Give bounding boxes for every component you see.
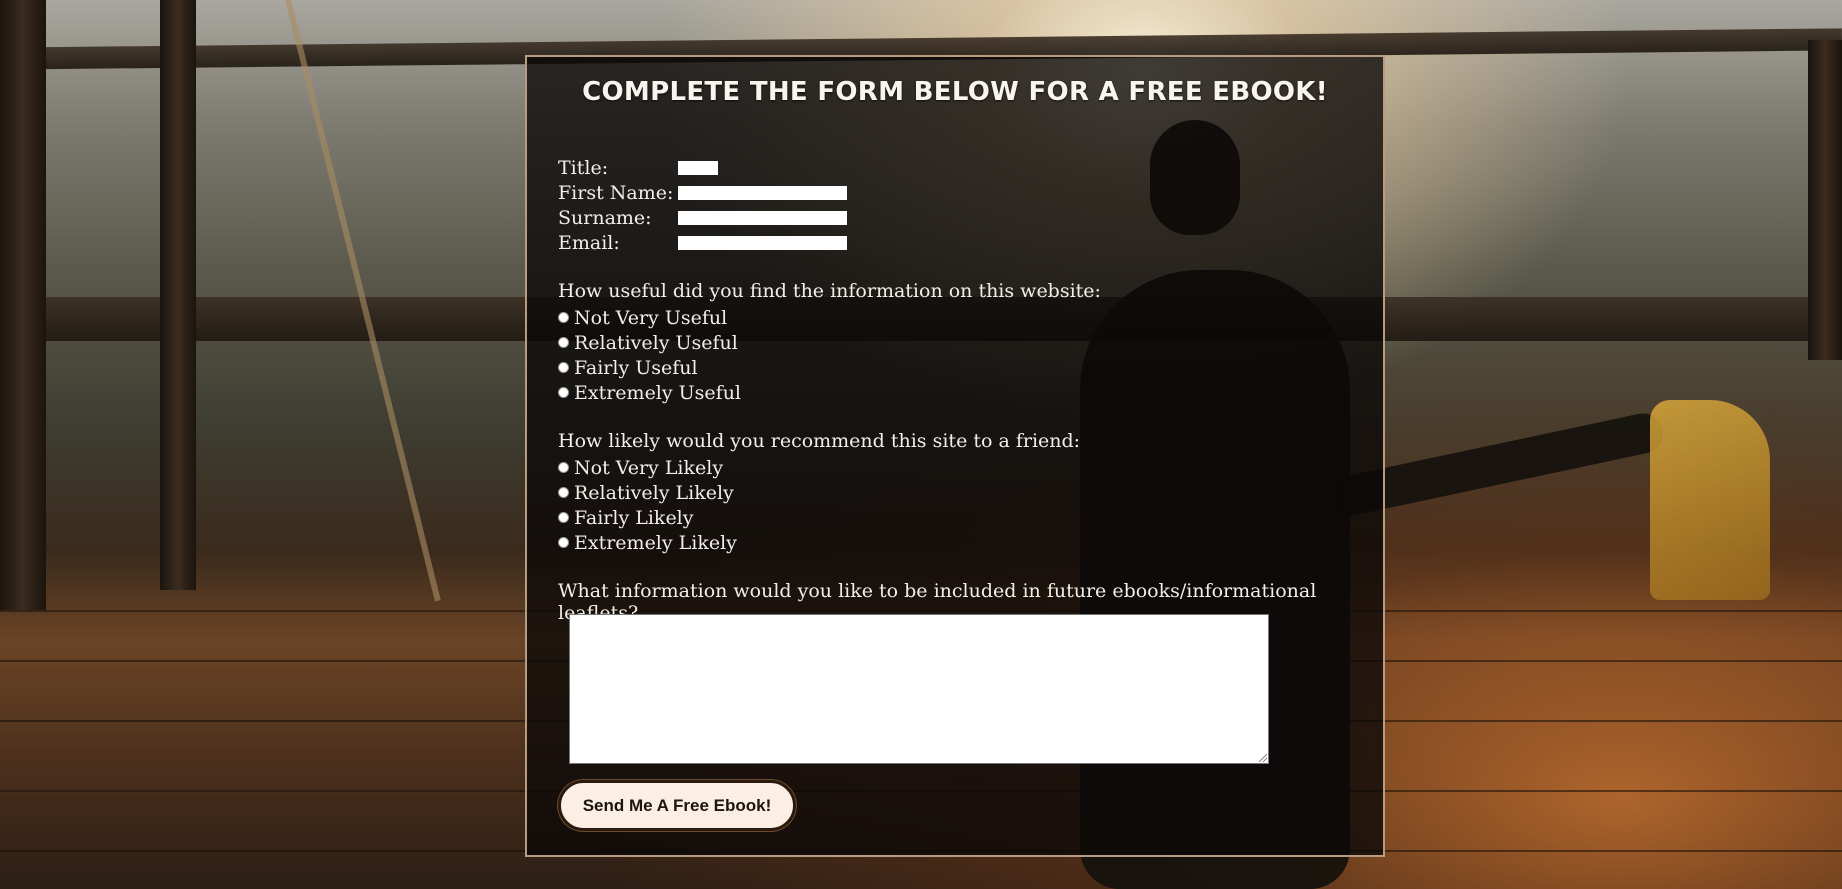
form-title: COMPLETE THE FORM BELOW FOR A FREE EBOOK…	[582, 77, 1328, 107]
radio-button[interactable]	[558, 462, 569, 473]
future-info-textarea[interactable]	[569, 614, 1269, 764]
first-name-input[interactable]	[678, 185, 847, 200]
recommend-option-label: Relatively Likely	[574, 481, 734, 504]
recommend-option[interactable]: Not Very Likely	[558, 455, 723, 480]
radio-button[interactable]	[558, 387, 569, 398]
send-free-ebook-button[interactable]: Send Me A Free Ebook!	[558, 780, 796, 831]
surname-field-row: Surname:	[558, 205, 847, 230]
usefulness-option[interactable]: Extremely Useful	[558, 380, 741, 405]
radio-button[interactable]	[558, 312, 569, 323]
background-post-left	[0, 0, 46, 610]
usefulness-option-label: Not Very Useful	[574, 306, 728, 329]
email-field-row: Email:	[558, 230, 847, 255]
surname-input[interactable]	[678, 210, 847, 225]
resize-grip-icon[interactable]	[1259, 754, 1267, 762]
usefulness-option-label: Extremely Useful	[574, 381, 742, 404]
background-post-right	[1808, 40, 1842, 360]
title-input[interactable]	[678, 160, 718, 175]
radio-button[interactable]	[558, 337, 569, 348]
usefulness-question: How useful did you find the information …	[558, 280, 1101, 302]
usefulness-option-label: Fairly Useful	[574, 356, 698, 379]
first-name-field-row: First Name:	[558, 180, 847, 205]
title-label: Title:	[558, 156, 609, 179]
ebook-form-panel: COMPLETE THE FORM BELOW FOR A FREE EBOOK…	[525, 55, 1385, 857]
recommend-option-label: Fairly Likely	[574, 506, 694, 529]
title-field-row: Title:	[558, 155, 718, 180]
recommend-option[interactable]: Fairly Likely	[558, 505, 694, 530]
surname-label: Surname:	[558, 206, 652, 229]
usefulness-option-label: Relatively Useful	[574, 331, 738, 354]
radio-button[interactable]	[558, 362, 569, 373]
background-hanging-cloth	[1650, 400, 1770, 600]
usefulness-option[interactable]: Not Very Useful	[558, 305, 727, 330]
email-label: Email:	[558, 231, 620, 254]
background-post-center-left	[160, 0, 196, 590]
recommend-option-label: Not Very Likely	[574, 456, 724, 479]
recommend-question: How likely would you recommend this site…	[558, 430, 1081, 452]
recommend-option-label: Extremely Likely	[574, 531, 737, 554]
usefulness-option[interactable]: Fairly Useful	[558, 355, 698, 380]
first-name-label: First Name:	[558, 181, 674, 204]
radio-button[interactable]	[558, 537, 569, 548]
radio-button[interactable]	[558, 512, 569, 523]
recommend-option[interactable]: Relatively Likely	[558, 480, 734, 505]
email-input[interactable]	[678, 235, 847, 250]
recommend-option[interactable]: Extremely Likely	[558, 530, 737, 555]
radio-button[interactable]	[558, 487, 569, 498]
usefulness-option[interactable]: Relatively Useful	[558, 330, 738, 355]
